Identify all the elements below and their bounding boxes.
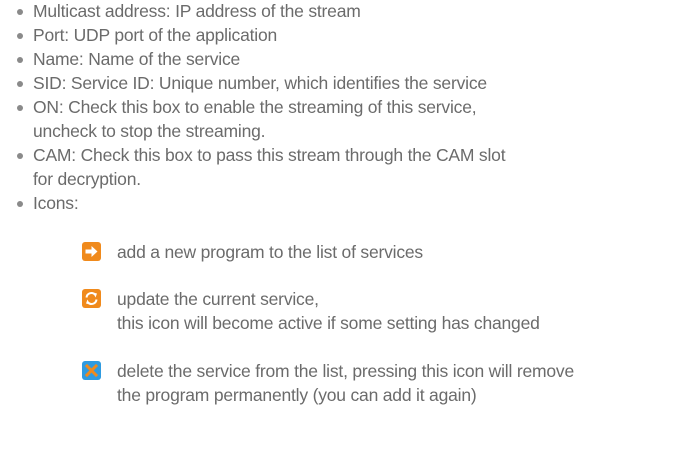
list-item-text: Multicast address: IP address of the str…	[33, 1, 361, 21]
icon-legend-text: update the current service, this icon wi…	[117, 289, 540, 333]
refresh-icon	[82, 289, 101, 308]
list-item-text: Icons:	[33, 193, 79, 213]
bullet-dot	[17, 81, 23, 87]
bullet-dot	[17, 57, 23, 63]
list-item-text: ON: Check this box to enable the streami…	[33, 97, 477, 141]
icon-legend-text: delete the service from the list, pressi…	[117, 361, 574, 405]
add-arrow-icon	[82, 242, 101, 261]
list-item-text: CAM: Check this box to pass this stream …	[33, 145, 506, 189]
list-item-text: Name: Name of the service	[33, 49, 241, 69]
list-item-text: SID: Service ID: Unique number, which id…	[33, 73, 487, 93]
bullet-dot	[17, 9, 23, 15]
bullet-dot	[17, 153, 23, 159]
delete-x-icon	[82, 361, 101, 380]
bullet-dot	[17, 105, 23, 111]
bullet-dot	[17, 201, 23, 207]
list-item-text: Port: UDP port of the application	[33, 25, 278, 45]
bullet-dot	[17, 33, 23, 39]
icon-legend-text: add a new program to the list of service…	[117, 242, 423, 262]
